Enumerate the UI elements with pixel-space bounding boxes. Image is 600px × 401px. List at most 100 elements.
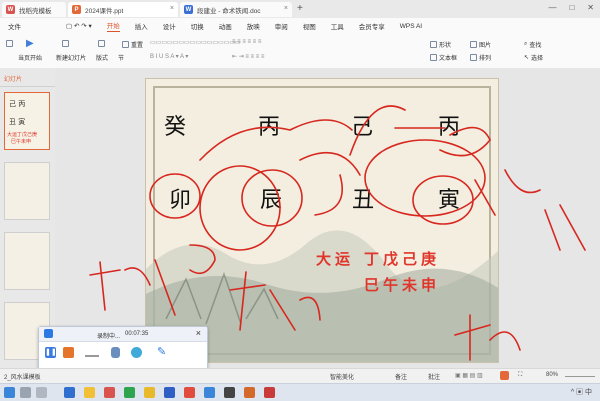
stem-day: 己 xyxy=(351,115,374,140)
close-icon[interactable]: × xyxy=(196,328,201,338)
align-controls[interactable]: ⇤ ⇥ ≡ ≡ ≡ ≡ xyxy=(232,53,264,60)
menu-view[interactable]: 视图 xyxy=(303,21,316,31)
textbox-button[interactable]: 文本框 xyxy=(430,53,457,62)
picture-icon xyxy=(470,41,477,48)
picture-button[interactable]: 图片 xyxy=(470,40,491,49)
panel-title[interactable]: 幻灯片 xyxy=(4,74,22,83)
branch-hour: 寅 xyxy=(438,188,461,213)
minimize-button[interactable]: — xyxy=(548,3,556,12)
stem-month: 丙 xyxy=(258,115,281,140)
new-slide-button[interactable]: 新建幻灯片 xyxy=(56,53,86,62)
view-mode-icons[interactable]: ▣ ▦ ▤ ▥ xyxy=(455,372,483,379)
menu-insert[interactable]: 插入 xyxy=(135,21,148,31)
dayun-branches: 巳午未申 xyxy=(364,276,441,294)
slideshow-button[interactable] xyxy=(500,371,509,380)
menu-design[interactable]: 设计 xyxy=(163,21,176,31)
doc-icon: W xyxy=(184,5,193,14)
pause-button[interactable]: ❚❚ xyxy=(45,347,57,358)
menu-member[interactable]: 会员专享 xyxy=(359,21,385,31)
menu-animation[interactable]: 动画 xyxy=(219,21,232,31)
slide-thumbnail[interactable]: 己 丙 丑 寅 大运丁戊己庚 巳午未申 xyxy=(4,92,50,150)
paste-button[interactable] xyxy=(6,40,13,47)
app-icon[interactable] xyxy=(244,387,255,398)
maximize-button[interactable]: □ xyxy=(569,3,574,12)
zoom-level[interactable]: 80% xyxy=(546,372,558,378)
dayun-stems: 丁戊己庚 xyxy=(364,250,441,268)
recorder-header: 录制中... 00:07:35 × xyxy=(39,327,207,342)
layout-button[interactable]: 版式 xyxy=(96,53,108,62)
tab-template[interactable]: W 找稻壳模板 xyxy=(2,2,66,17)
tab-label: 找稻壳模板 xyxy=(19,7,52,15)
app-icon[interactable] xyxy=(204,387,215,398)
stop-button[interactable] xyxy=(63,347,74,358)
font-controls[interactable]: ▭▭▭▭▭▭▭▭▭▭▭▭▭▭▭▭ xyxy=(150,39,241,46)
select-button[interactable]: ↖ 选择 xyxy=(524,53,543,62)
explorer-icon[interactable] xyxy=(84,387,95,398)
menu-review[interactable]: 审阅 xyxy=(275,21,288,31)
dayun-label: 大运 xyxy=(316,250,355,268)
find-button[interactable]: ⌕ 查找 xyxy=(524,40,541,49)
search-icon[interactable] xyxy=(20,387,31,398)
menu-transition[interactable]: 切换 xyxy=(191,21,204,31)
edge-icon[interactable] xyxy=(64,387,75,398)
menu-file[interactable]: 文件 xyxy=(8,21,21,31)
camera-icon[interactable] xyxy=(131,347,142,358)
tab-label: 段建业 - 命术铁闻.doc xyxy=(197,7,261,15)
wps-icon[interactable] xyxy=(104,387,115,398)
format-controls[interactable]: B I U S A ▾ A ▾ xyxy=(150,53,188,60)
slide-thumbnail[interactable] xyxy=(4,232,50,290)
arrange-icon xyxy=(470,54,477,61)
stem-year: 癸 xyxy=(164,115,187,140)
menu-home[interactable]: 开始 xyxy=(106,20,120,32)
windows-icon[interactable] xyxy=(4,387,15,398)
close-button[interactable]: ✕ xyxy=(587,3,594,12)
menu-tools[interactable]: 工具 xyxy=(331,21,344,31)
wps-icon: W xyxy=(6,5,15,14)
close-icon[interactable]: × xyxy=(284,5,288,12)
new-tab-button[interactable]: + xyxy=(297,3,303,14)
reset-button[interactable]: 重置 xyxy=(122,40,143,49)
new-slide-icon[interactable] xyxy=(62,40,69,47)
slide-thumbnail[interactable] xyxy=(4,162,50,220)
pen-icon[interactable]: ✎ xyxy=(157,345,166,358)
slide[interactable]: 癸 丙 己 丙 卯 辰 丑 寅 大运 丁戊己庚 巳午未申 xyxy=(145,78,499,363)
play-icon[interactable]: ▶ xyxy=(26,38,34,49)
paste-icon xyxy=(6,40,13,47)
microphone-icon[interactable] xyxy=(111,347,120,358)
app-icon[interactable] xyxy=(264,387,275,398)
comments-button[interactable]: 批注 xyxy=(428,372,440,381)
recording-status: 录制中... xyxy=(97,334,121,340)
notes-button[interactable]: 备注 xyxy=(395,372,407,381)
tab-doc[interactable]: W 段建业 - 命术铁闻.doc × xyxy=(180,2,292,17)
play-from-current-button[interactable]: 当页开始 xyxy=(18,53,42,62)
chrome-icon[interactable] xyxy=(144,387,155,398)
smart-beautify-button[interactable]: 智能美化 xyxy=(330,372,354,381)
close-icon[interactable]: × xyxy=(170,5,174,12)
status-bar: 2_风水课模板 智能美化 备注 批注 ▣ ▦ ▤ ▥ ⛶ 80% xyxy=(0,368,600,384)
branch-day: 丑 xyxy=(352,188,375,213)
video-icon[interactable] xyxy=(184,387,195,398)
screen-recorder-widget[interactable]: 录制中... 00:07:35 × ❚❚ ✎ xyxy=(38,326,208,370)
zoom-slider[interactable] xyxy=(565,376,595,377)
paragraph-controls[interactable]: ≡ ≡ ≡ ≡ ≡ ≡ xyxy=(232,39,261,45)
baidu-icon[interactable] xyxy=(164,387,175,398)
arrange-button[interactable]: 排列 xyxy=(470,53,491,62)
volume-bar[interactable] xyxy=(85,355,99,357)
taskview-icon[interactable] xyxy=(36,387,47,398)
taskbar: ^ ▣ 中 xyxy=(0,383,600,401)
ribbon-toolbar: ▶ 当页开始 新建幻灯片 版式 节 重置 ▭▭▭▭▭▭▭▭▭▭▭▭▭▭▭▭ B … xyxy=(0,34,600,69)
menu-slideshow[interactable]: 放映 xyxy=(247,21,260,31)
wechat-icon[interactable] xyxy=(124,387,135,398)
textbox-icon xyxy=(430,54,437,61)
recording-time: 00:07:35 xyxy=(125,331,149,337)
shape-button[interactable]: 形状 xyxy=(430,40,451,49)
tab-bar: W 找稻壳模板 P 2024课件.ppt × W 段建业 - 命术铁闻.doc … xyxy=(0,0,600,19)
system-tray[interactable]: ^ ▣ 中 xyxy=(571,387,592,397)
tab-ppt[interactable]: P 2024课件.ppt × xyxy=(68,2,178,17)
app-icon[interactable] xyxy=(224,387,235,398)
cursor-icon: ↖ xyxy=(524,55,530,61)
fit-icon[interactable]: ⛶ xyxy=(518,372,522,379)
section-button[interactable]: 节 xyxy=(118,53,124,62)
menu-wps-ai[interactable]: WPS AI xyxy=(400,23,422,30)
branch-month: 辰 xyxy=(260,188,283,213)
